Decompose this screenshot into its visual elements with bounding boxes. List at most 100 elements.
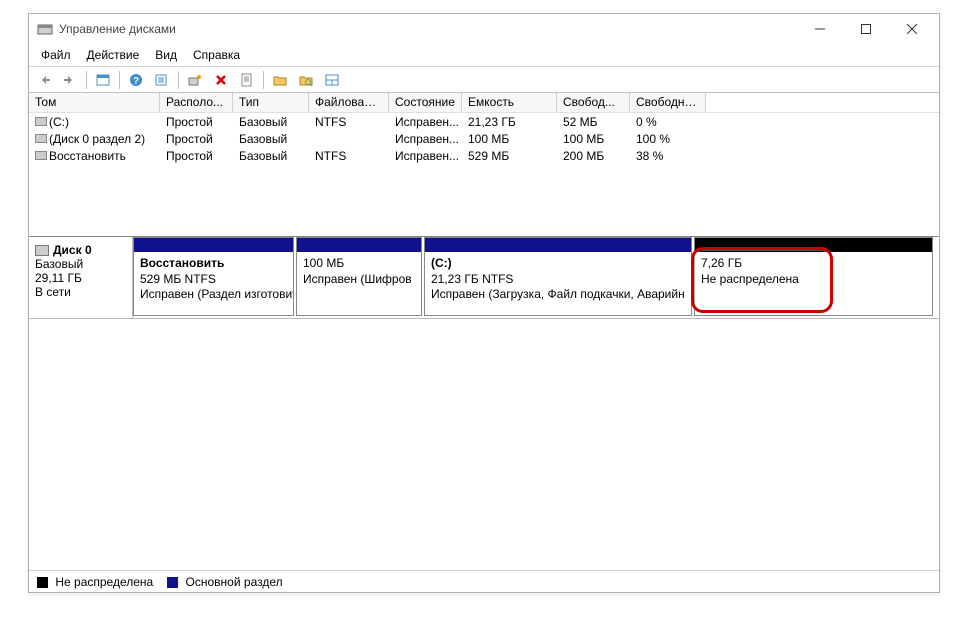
cell-cap: 100 МБ <box>462 131 557 147</box>
search-folder-button[interactable] <box>294 69 318 91</box>
disk-row[interactable]: Диск 0 Базовый 29,11 ГБ В сети Восстанов… <box>29 237 939 319</box>
col-status[interactable]: Состояние <box>389 93 462 112</box>
menu-view[interactable]: Вид <box>147 46 185 64</box>
menu-help[interactable]: Справка <box>185 46 248 64</box>
partition-primary[interactable]: Восстановить529 МБ NTFSИсправен (Раздел … <box>133 237 294 316</box>
properties-button[interactable] <box>235 69 259 91</box>
partition-status: Исправен (Загрузка, Файл подкачки, Авари… <box>431 287 685 303</box>
maximize-button[interactable] <box>843 14 889 44</box>
partition-body: Восстановить529 МБ NTFSИсправен (Раздел … <box>134 252 293 315</box>
cell-layout: Простой <box>160 114 233 130</box>
partition-size: 21,23 ГБ NTFS <box>431 272 685 288</box>
close-button[interactable] <box>889 14 935 44</box>
volumes-table: Том Располо... Тип Файловая c... Состоян… <box>29 92 939 236</box>
disk-management-window: Управление дисками Файл Действие Вид Спр… <box>28 13 940 593</box>
new-partition-button[interactable] <box>183 69 207 91</box>
settings-list-button[interactable] <box>150 69 174 91</box>
partition-body: 100 МБИсправен (Шифров <box>297 252 421 315</box>
cell-pct: 0 % <box>630 114 706 130</box>
table-row[interactable]: (C:)ПростойБазовыйNTFSИсправен...21,23 Г… <box>29 113 939 130</box>
volume-icon <box>35 151 47 160</box>
cell-volume: Восстановить <box>29 148 160 164</box>
cell-cap: 529 МБ <box>462 148 557 164</box>
disk-type: Базовый <box>35 257 126 271</box>
cell-status: Исправен... <box>389 131 462 147</box>
partition-status: Не распределена <box>701 272 926 288</box>
table-header[interactable]: Том Располо... Тип Файловая c... Состоян… <box>29 93 939 113</box>
partition-bar <box>134 238 293 252</box>
cell-fs: NTFS <box>309 114 389 130</box>
swatch-unallocated-icon <box>37 577 48 588</box>
cell-status: Исправен... <box>389 114 462 130</box>
cell-type: Базовый <box>233 131 309 147</box>
partition-bar <box>425 238 691 252</box>
cell-volume: (C:) <box>29 114 160 130</box>
cell-free: 52 МБ <box>557 114 630 130</box>
partition-body: (C:)21,23 ГБ NTFSИсправен (Загрузка, Фай… <box>425 252 691 315</box>
legend-unallocated: Не распределена <box>37 575 153 589</box>
partition-size: 529 МБ NTFS <box>140 272 287 288</box>
partition-size: 100 МБ <box>303 256 415 272</box>
partition-status: Исправен (Шифров <box>303 272 415 288</box>
cell-type: Базовый <box>233 148 309 164</box>
layout-button[interactable] <box>320 69 344 91</box>
cell-fs <box>309 138 389 140</box>
table-row[interactable]: ВосстановитьПростойБазовыйNTFSИсправен..… <box>29 147 939 164</box>
cell-status: Исправен... <box>389 148 462 164</box>
pane-button[interactable] <box>91 69 115 91</box>
disk-icon <box>35 245 49 256</box>
delete-button[interactable] <box>209 69 233 91</box>
col-free[interactable]: Свобод... <box>557 93 630 112</box>
cell-type: Базовый <box>233 114 309 130</box>
disk-status: В сети <box>35 285 126 299</box>
toolbar: ? <box>29 66 939 92</box>
cell-fs: NTFS <box>309 148 389 164</box>
forward-button[interactable] <box>58 69 82 91</box>
disk-name: Диск 0 <box>53 243 92 257</box>
legend-primary: Основной раздел <box>167 575 282 589</box>
partition-primary[interactable]: 100 МБИсправен (Шифров <box>296 237 422 316</box>
menu-file[interactable]: Файл <box>33 46 79 64</box>
swatch-primary-icon <box>167 577 178 588</box>
cell-pct: 100 % <box>630 131 706 147</box>
col-type[interactable]: Тип <box>233 93 309 112</box>
disk-info[interactable]: Диск 0 Базовый 29,11 ГБ В сети <box>29 237 133 318</box>
folder-button[interactable] <box>268 69 292 91</box>
cell-free: 100 МБ <box>557 131 630 147</box>
partition-bar <box>297 238 421 252</box>
cell-layout: Простой <box>160 148 233 164</box>
menubar: Файл Действие Вид Справка <box>29 44 939 66</box>
titlebar: Управление дисками <box>29 14 939 44</box>
minimize-button[interactable] <box>797 14 843 44</box>
partition-title: Восстановить <box>140 256 287 272</box>
cell-cap: 21,23 ГБ <box>462 114 557 130</box>
partition-body: 7,26 ГБНе распределена <box>695 252 932 315</box>
col-capacity[interactable]: Емкость <box>462 93 557 112</box>
svg-text:?: ? <box>133 76 139 87</box>
menu-action[interactable]: Действие <box>79 46 148 64</box>
table-row[interactable]: (Диск 0 раздел 2)ПростойБазовый Исправен.… <box>29 130 939 147</box>
legend: Не распределена Основной раздел <box>29 570 939 592</box>
cell-pct: 38 % <box>630 148 706 164</box>
back-button[interactable] <box>32 69 56 91</box>
partition-status: Исправен (Раздел изготовит <box>140 287 287 303</box>
col-freepct[interactable]: Свободно % <box>630 93 706 112</box>
col-layout[interactable]: Располо... <box>160 93 233 112</box>
app-icon <box>37 21 53 37</box>
col-volume[interactable]: Том <box>29 93 160 112</box>
cell-layout: Простой <box>160 131 233 147</box>
disk-size: 29,11 ГБ <box>35 271 126 285</box>
partition-primary[interactable]: (C:)21,23 ГБ NTFSИсправен (Загрузка, Фай… <box>424 237 692 316</box>
partition-bar <box>695 238 932 252</box>
graphical-view: Диск 0 Базовый 29,11 ГБ В сети Восстанов… <box>29 236 939 570</box>
volume-icon <box>35 134 47 143</box>
cell-free: 200 МБ <box>557 148 630 164</box>
cell-volume: (Диск 0 раздел 2) <box>29 131 160 147</box>
volume-icon <box>35 117 47 126</box>
window-title: Управление дисками <box>59 22 797 36</box>
help-button[interactable]: ? <box>124 69 148 91</box>
partition-unallocated[interactable]: 7,26 ГБНе распределена <box>694 237 933 316</box>
partition-size: 7,26 ГБ <box>701 256 926 272</box>
partition-title: (C:) <box>431 256 685 272</box>
col-filesystem[interactable]: Файловая c... <box>309 93 389 112</box>
